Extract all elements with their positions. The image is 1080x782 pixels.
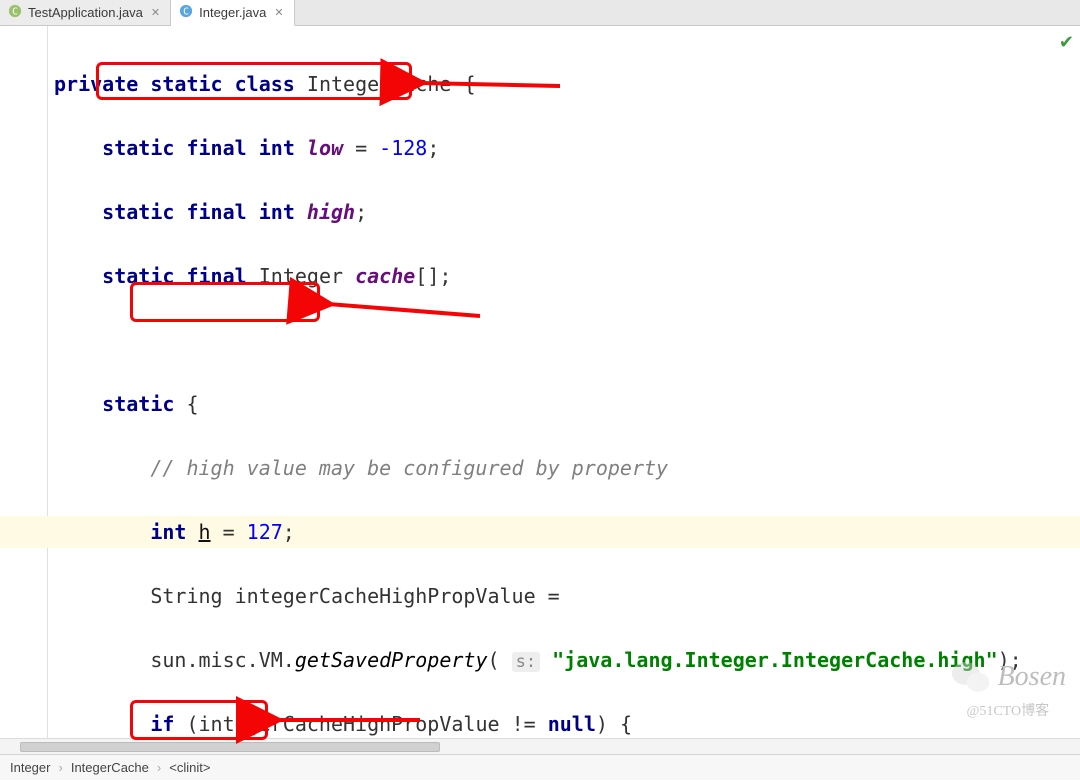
chevron-right-icon: ›	[157, 760, 161, 775]
close-icon[interactable]: ✕	[151, 6, 160, 19]
breadcrumb-item[interactable]: IntegerCache	[71, 760, 149, 775]
tab-integer[interactable]: C Integer.java ✕	[171, 0, 294, 26]
java-class-icon: C	[8, 4, 22, 21]
chevron-right-icon: ›	[58, 760, 62, 775]
breadcrumb-item[interactable]: <clinit>	[169, 760, 210, 775]
java-class-icon: C	[179, 4, 193, 21]
breadcrumb-item[interactable]: Integer	[10, 760, 50, 775]
tab-label: TestApplication.java	[28, 5, 143, 20]
code-content: private static class IntegerCache { stat…	[0, 26, 1080, 754]
editor-tabbar: C TestApplication.java ✕ C Integer.java …	[0, 0, 1080, 26]
tab-label: Integer.java	[199, 5, 266, 20]
code-editor[interactable]: ✔ private static class IntegerCache { st…	[0, 26, 1080, 754]
horizontal-scrollbar[interactable]	[0, 738, 1080, 754]
svg-text:C: C	[12, 7, 18, 18]
close-icon[interactable]: ✕	[274, 6, 283, 19]
tab-testapplication[interactable]: C TestApplication.java ✕	[0, 0, 171, 25]
scrollbar-thumb[interactable]	[20, 742, 440, 752]
svg-text:C: C	[183, 7, 189, 18]
breadcrumb-bar: Integer › IntegerCache › <clinit>	[0, 754, 1080, 780]
